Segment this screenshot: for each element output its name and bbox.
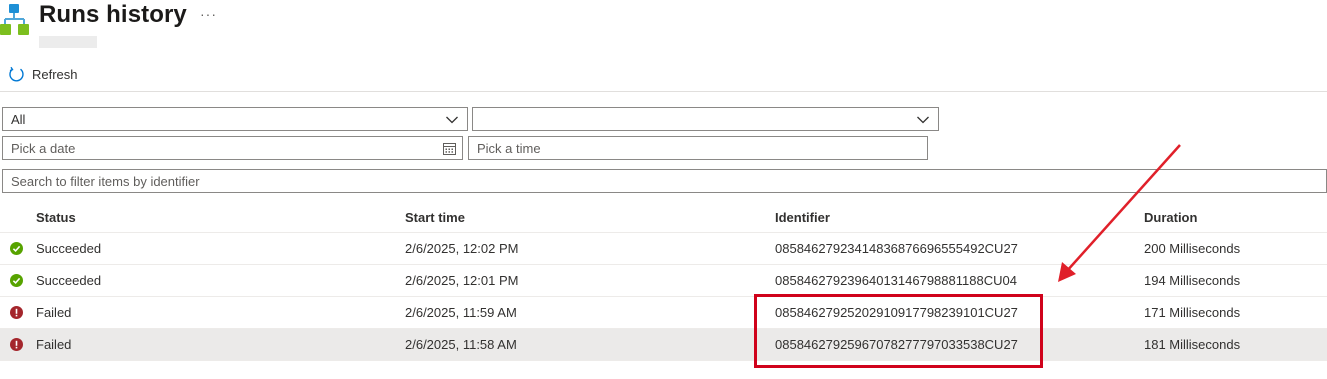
time-picker-input[interactable]: Pick a time: [468, 136, 928, 160]
row-status: Failed: [36, 305, 72, 320]
error-icon: [10, 306, 23, 319]
error-icon: [10, 338, 23, 351]
table-row[interactable]: Failed 2/6/2025, 11:59 AM 08584627925202…: [0, 297, 1327, 329]
status-filter-dropdown[interactable]: All: [2, 107, 468, 131]
column-header-duration[interactable]: Duration: [1144, 200, 1197, 232]
column-header-status[interactable]: Status: [36, 200, 76, 232]
identifier-search-input[interactable]: Search to filter items by identifier: [2, 169, 1327, 193]
success-check-icon: [10, 274, 23, 287]
row-status: Succeeded: [36, 273, 102, 288]
chevron-down-icon: [446, 116, 458, 124]
search-placeholder: Search to filter items by identifier: [11, 173, 200, 189]
refresh-icon: [9, 66, 24, 81]
refresh-label: Refresh: [32, 66, 78, 82]
page-title: Runs history: [39, 1, 187, 28]
date-picker-input[interactable]: Pick a date: [2, 136, 463, 160]
row-start-time: 2/6/2025, 12:02 PM: [405, 241, 519, 256]
row-duration: 200 Milliseconds: [1144, 241, 1241, 256]
annotation-highlight-box: [754, 294, 1043, 368]
more-options-button[interactable]: ···: [200, 6, 217, 22]
row-duration: 171 Milliseconds: [1144, 305, 1241, 320]
subtitle-redacted: [39, 36, 97, 48]
table-row[interactable]: Succeeded 2/6/2025, 12:01 PM 08584627923…: [0, 265, 1327, 297]
logic-app-icon: [0, 4, 29, 35]
calendar-icon[interactable]: [443, 142, 456, 155]
column-header-start-time[interactable]: Start time: [405, 200, 465, 232]
toolbar-divider: [0, 91, 1327, 92]
time-placeholder: Pick a time: [477, 140, 541, 156]
row-start-time: 2/6/2025, 12:01 PM: [405, 273, 519, 288]
row-status: Failed: [36, 337, 72, 352]
success-check-icon: [10, 242, 23, 255]
refresh-button[interactable]: Refresh: [8, 64, 78, 84]
table-row[interactable]: Failed 2/6/2025, 11:58 AM 08584627925967…: [0, 329, 1327, 361]
runs-table: Status Start time Identifier Duration Su…: [0, 200, 1327, 361]
date-placeholder: Pick a date: [11, 140, 76, 156]
row-status: Succeeded: [36, 241, 102, 256]
table-row[interactable]: Succeeded 2/6/2025, 12:02 PM 08584627923…: [0, 233, 1327, 265]
chevron-down-icon: [917, 116, 929, 124]
row-identifier[interactable]: 08584627923964013146798881188CU04: [775, 265, 1017, 296]
column-header-identifier[interactable]: Identifier: [775, 200, 830, 232]
row-start-time: 2/6/2025, 11:59 AM: [405, 305, 517, 320]
row-duration: 194 Milliseconds: [1144, 273, 1241, 288]
row-duration: 181 Milliseconds: [1144, 337, 1241, 352]
second-filter-dropdown[interactable]: [472, 107, 939, 131]
table-header: Status Start time Identifier Duration: [0, 200, 1327, 233]
status-filter-value: All: [11, 111, 26, 127]
row-identifier[interactable]: 08584627923414836876696555492CU27: [775, 233, 1018, 264]
row-start-time: 2/6/2025, 11:58 AM: [405, 337, 517, 352]
